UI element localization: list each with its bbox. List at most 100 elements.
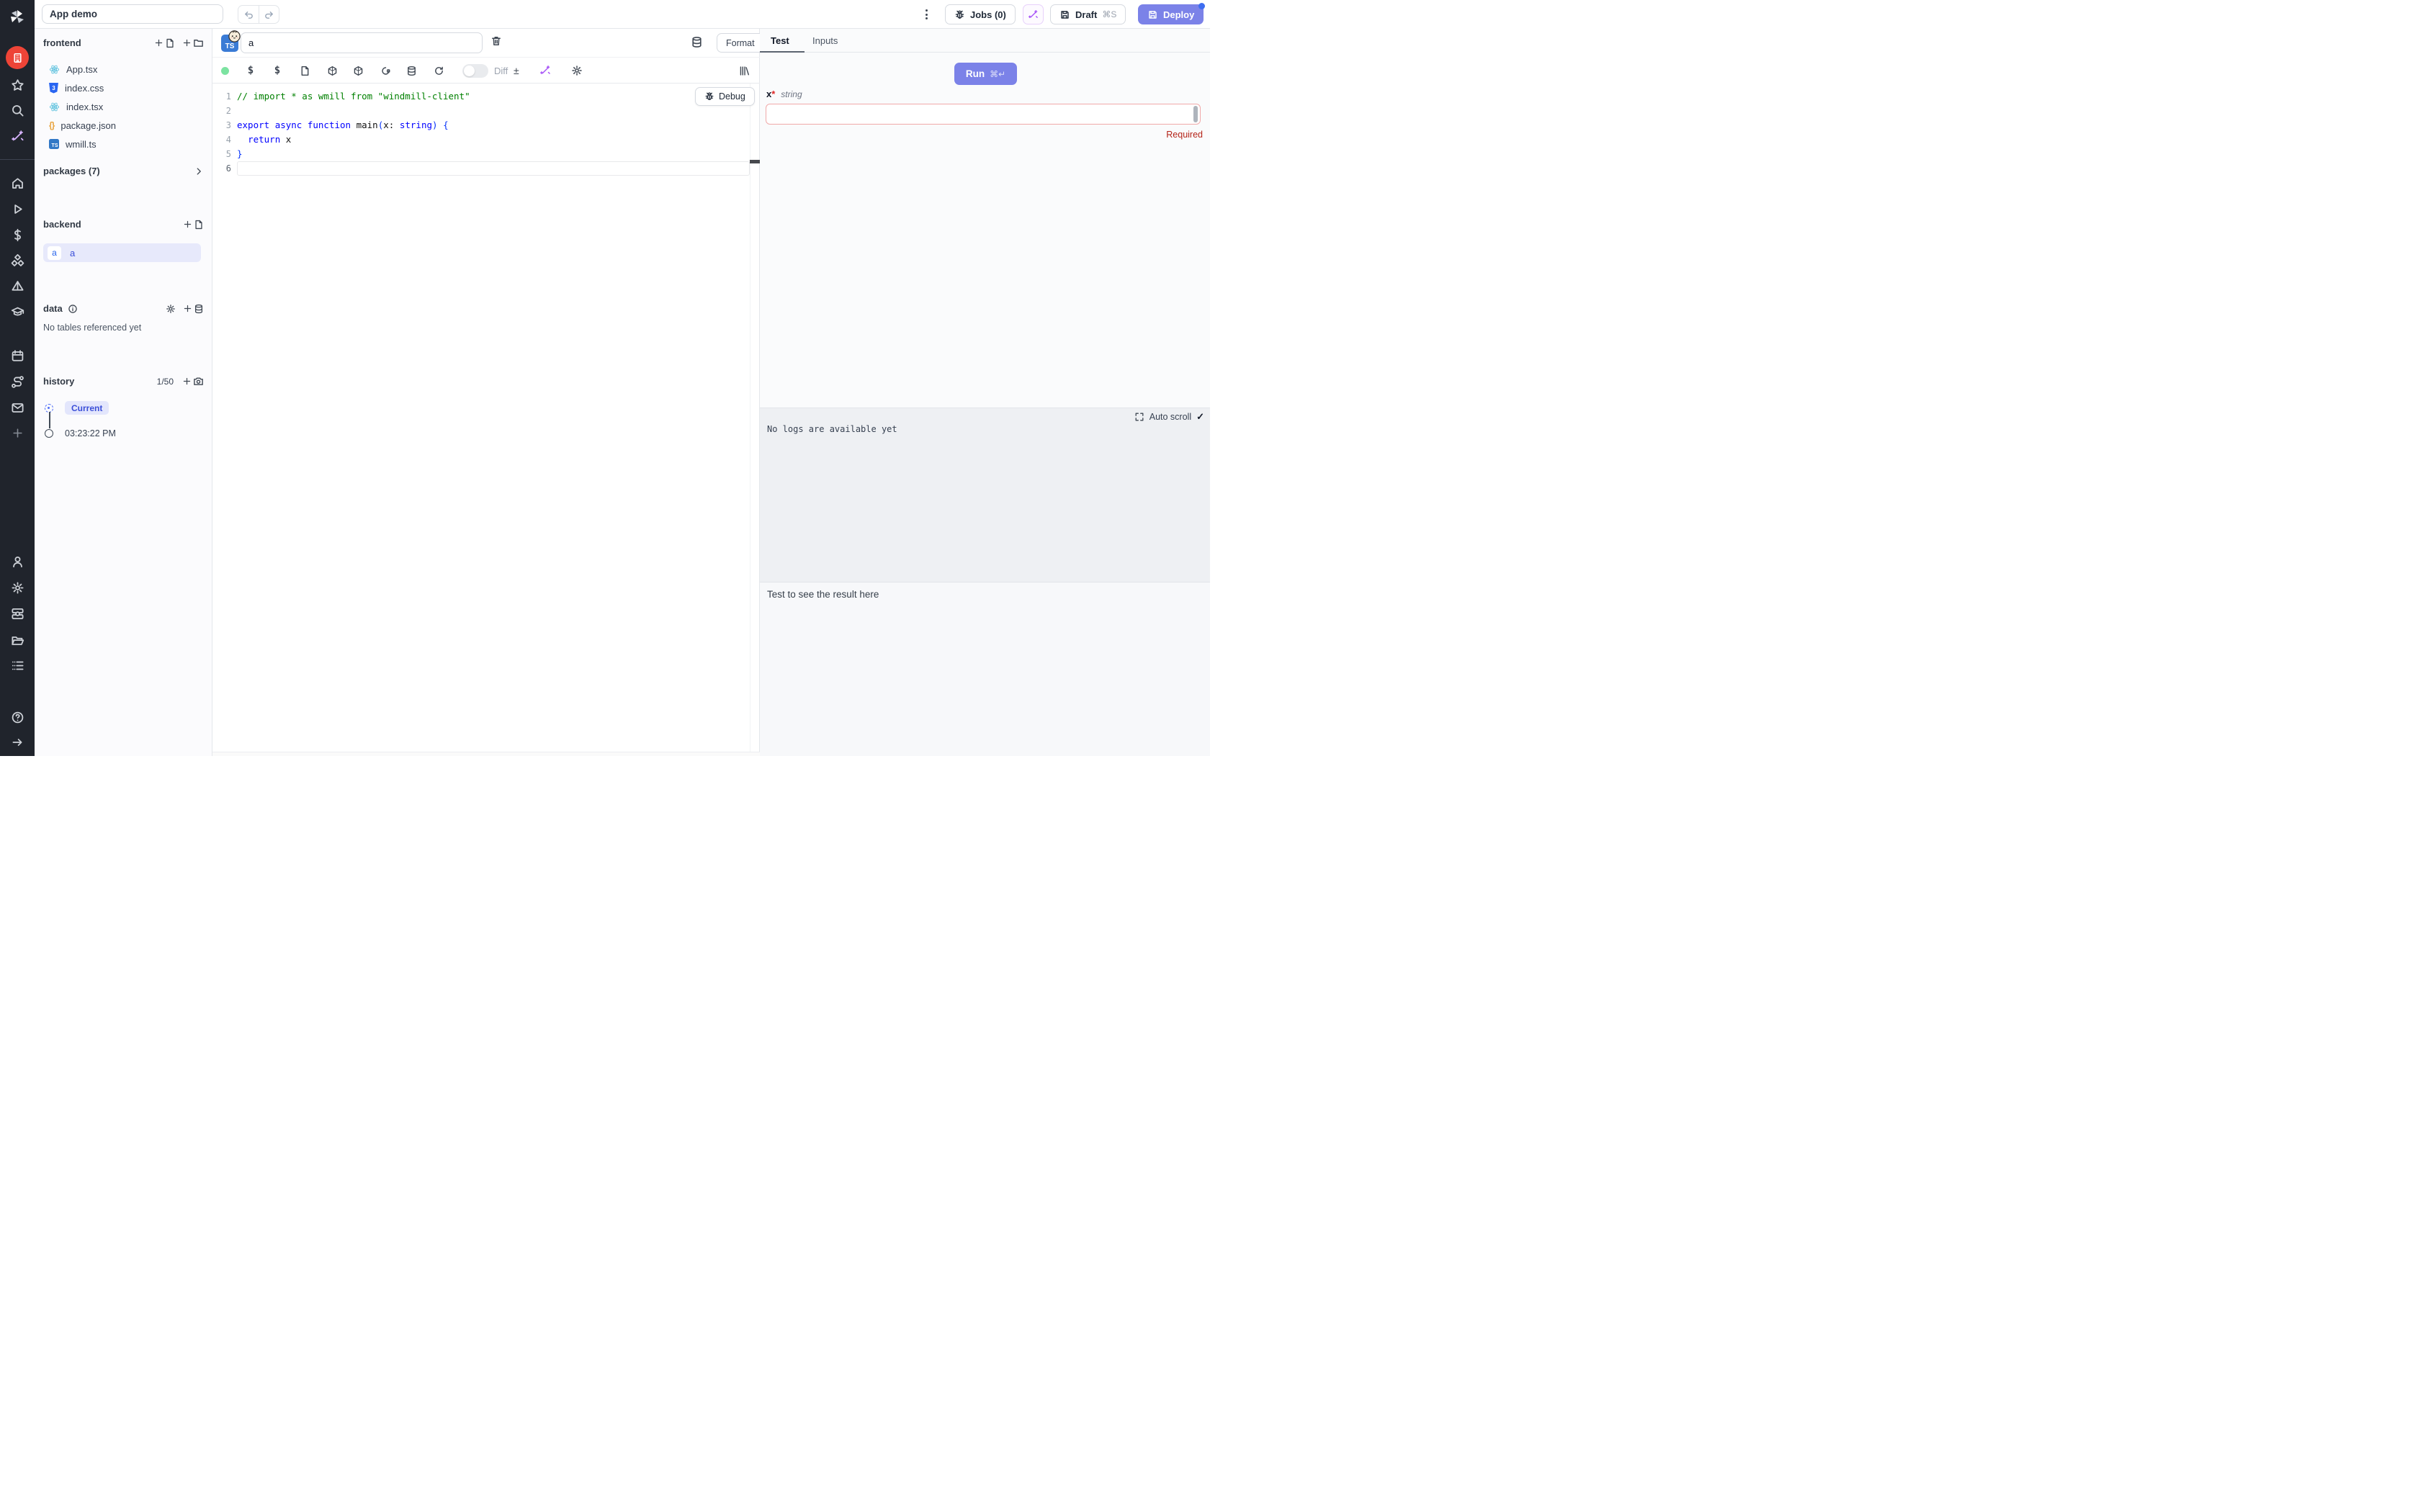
file-row[interactable]: { } package.json (40, 117, 202, 134)
editor-scrollbar-marker[interactable] (750, 160, 760, 163)
user-icon (11, 555, 24, 569)
rail-item-academy[interactable] (0, 300, 35, 323)
rail-item-schedules[interactable] (0, 344, 35, 367)
code-line[interactable]: 6 (212, 161, 760, 176)
delete-script-button[interactable] (490, 35, 502, 47)
plus-icon (154, 38, 163, 48)
gear-icon (571, 65, 583, 76)
history-current-badge: Current (65, 401, 109, 415)
reload-button[interactable] (431, 58, 446, 84)
line-number: 4 (212, 132, 231, 147)
rail-item-logs[interactable] (0, 654, 35, 677)
auto-scroll-toggle[interactable]: Auto scroll ✓ (1134, 411, 1204, 423)
rail-item-folders[interactable] (0, 629, 35, 652)
undo-button[interactable] (238, 6, 259, 23)
component-output-button[interactable] (378, 58, 393, 84)
more-menu-button[interactable] (919, 4, 933, 24)
script-name-input[interactable] (241, 32, 483, 53)
rail-item-user[interactable] (0, 550, 35, 573)
rail-item-mail[interactable] (0, 396, 35, 419)
ai-edit-button[interactable] (538, 58, 552, 84)
packages-section-title: packages (7) (43, 166, 100, 176)
rail-item-search[interactable] (0, 99, 35, 122)
take-snapshot-button[interactable] (182, 376, 204, 387)
field-x-input[interactable] (766, 104, 1201, 125)
rail-item-runs[interactable] (0, 197, 35, 220)
windmill-logo-icon[interactable] (0, 6, 35, 29)
jobs-label: Jobs (0) (970, 9, 1006, 20)
diff-plusminus-button[interactable]: ± (514, 58, 519, 84)
ai-assistant-button[interactable] (1023, 4, 1044, 24)
run-panel-tabbar: Test Inputs (760, 29, 1210, 53)
code-line[interactable]: 4 return x (212, 132, 760, 147)
draft-button[interactable]: Draft ⌘S (1050, 4, 1126, 24)
tab-inputs[interactable]: Inputs (812, 29, 838, 53)
redo-button[interactable] (259, 6, 279, 23)
tab-test[interactable]: Test (771, 29, 789, 53)
file-row[interactable]: TS wmill.ts (40, 135, 202, 153)
database-button[interactable] (404, 58, 418, 84)
script-file-button[interactable] (297, 58, 312, 84)
library-button[interactable] (737, 58, 751, 84)
run-button[interactable]: Run ⌘↵ (954, 63, 1017, 85)
add-table-button[interactable] (183, 304, 204, 314)
editor-settings-button[interactable] (570, 58, 584, 84)
history-entry-snapshot[interactable]: 03:23:22 PM (45, 428, 116, 438)
jobs-button[interactable]: Jobs (0) (945, 4, 1016, 24)
file-row[interactable]: App.tsx (40, 60, 202, 78)
add-file-button[interactable] (154, 38, 175, 48)
context-variables-button[interactable]: $ (243, 58, 258, 84)
format-button[interactable]: Format (717, 33, 764, 53)
rail-item-prism[interactable] (0, 274, 35, 297)
app-name-input[interactable] (42, 4, 223, 24)
field-input-scrollbar[interactable] (1193, 106, 1198, 122)
editor-toggle-switch[interactable] (462, 64, 488, 78)
debug-button[interactable]: Debug (695, 87, 755, 106)
magic-wand-icon (1028, 9, 1039, 20)
code-line[interactable]: 3export async function main(x: string) { (212, 118, 760, 132)
plus-icon (183, 304, 192, 313)
secret-variables-button[interactable]: $ (270, 58, 284, 84)
data-settings-gear-icon[interactable] (166, 304, 176, 314)
rail-item-workers[interactable] (0, 602, 35, 625)
package-button[interactable] (325, 58, 339, 84)
file-row[interactable]: index.tsx (40, 98, 202, 115)
rail-item-settings[interactable] (0, 576, 35, 599)
file-row[interactable]: 3 index.css (40, 79, 202, 96)
history-entry-current[interactable]: Current (45, 401, 109, 415)
rail-item-collapse[interactable] (0, 731, 35, 754)
expand-icon[interactable] (1134, 412, 1144, 422)
add-backend-script-button[interactable] (183, 220, 204, 230)
graduation-cap-icon (11, 305, 24, 319)
rail-item-favorites[interactable] (0, 73, 35, 96)
dollar-icon (11, 228, 24, 242)
route-icon (11, 375, 24, 389)
rail-item-variables[interactable] (0, 223, 35, 246)
rail-item-flows[interactable] (0, 370, 35, 393)
deploy-button[interactable]: Deploy (1138, 4, 1204, 24)
history-section-title: history (43, 376, 74, 387)
rail-item-add[interactable] (0, 421, 35, 444)
rail-item-help[interactable] (0, 706, 35, 729)
field-required-error: Required (1166, 130, 1203, 140)
code-line[interactable]: 5} (212, 147, 760, 161)
rail-item-ai-assistant[interactable] (0, 125, 35, 148)
code-line[interactable]: 1// import * as wmill from "windmill-cli… (212, 89, 760, 104)
css-icon: 3 (49, 83, 58, 94)
rail-item-resources[interactable] (0, 249, 35, 272)
package-lock-button[interactable] (351, 58, 365, 84)
home-icon (11, 176, 24, 190)
file-name: index.tsx (66, 102, 103, 112)
backend-script-row-selected[interactable]: a a (43, 243, 201, 262)
deploy-label: Deploy (1163, 9, 1194, 20)
database-columns-button[interactable] (691, 36, 703, 48)
code-line-content: export async function main(x: string) { (237, 118, 750, 132)
add-folder-button[interactable] (182, 37, 204, 48)
rail-item-home[interactable] (0, 171, 35, 194)
code-line[interactable]: 2 (212, 104, 760, 118)
rail-item-apps[interactable] (0, 46, 35, 69)
code-area[interactable]: 1// import * as wmill from "windmill-cli… (212, 84, 760, 756)
file-icon (194, 220, 204, 230)
packages-row[interactable]: packages (7) (43, 166, 204, 176)
editor-bottom-strip (212, 752, 760, 756)
